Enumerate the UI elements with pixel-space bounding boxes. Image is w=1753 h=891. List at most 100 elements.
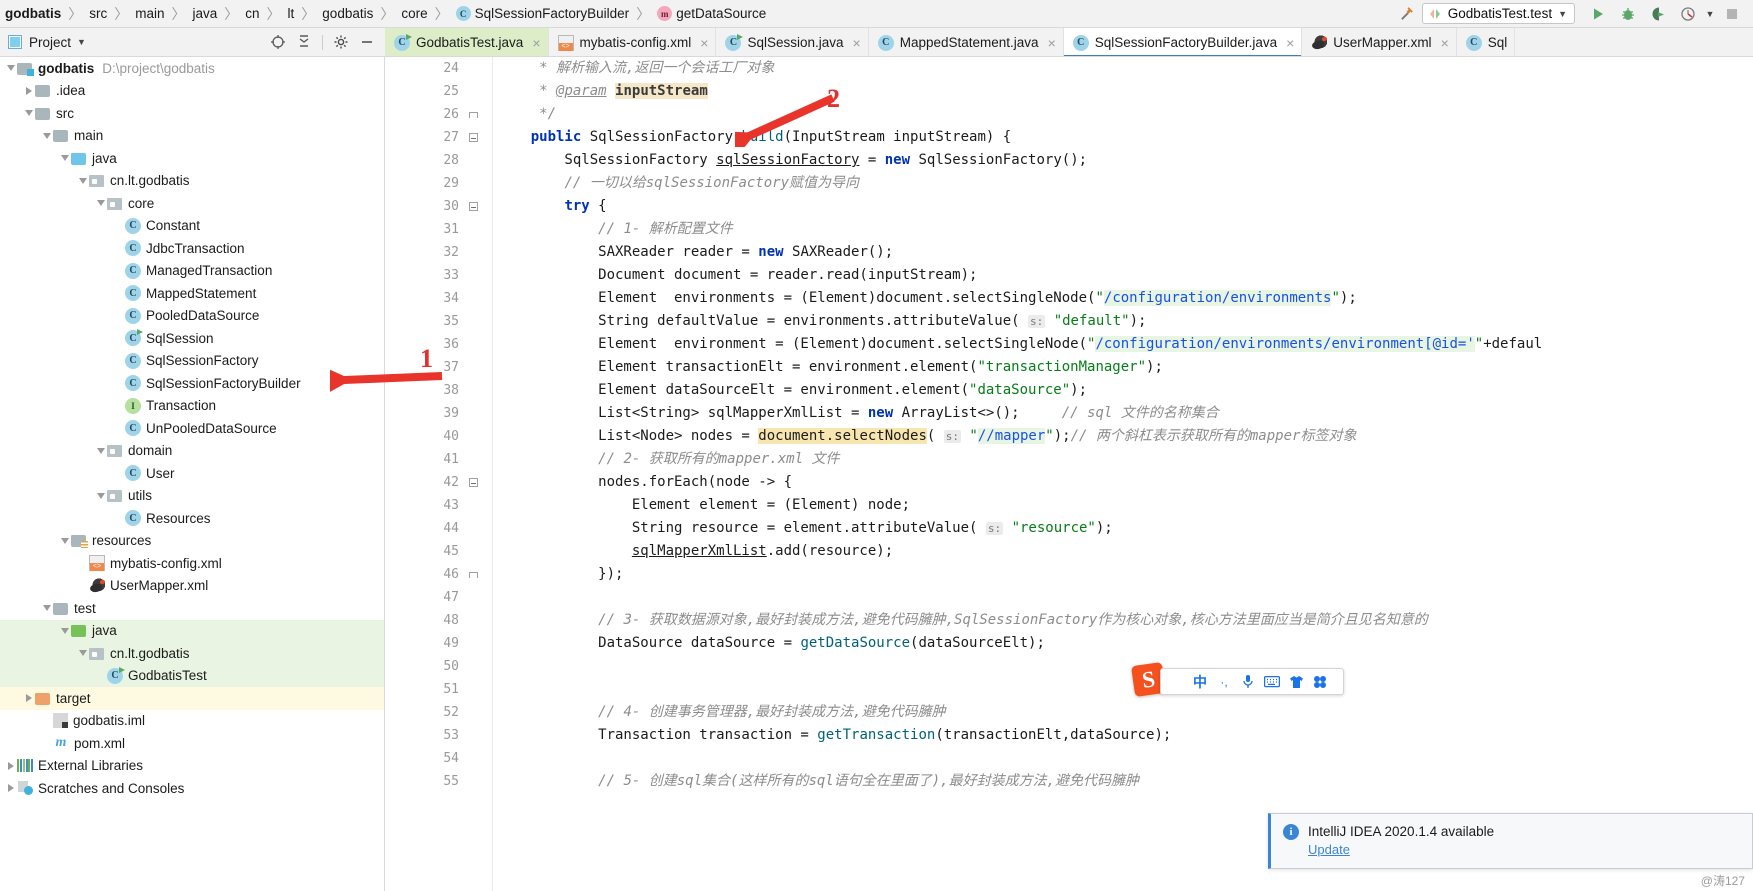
apps-icon[interactable]	[1309, 671, 1331, 693]
code-line[interactable]: nodes.forEach(node -> {	[497, 471, 1753, 494]
code-line[interactable]: Element environments = (Element)document…	[497, 287, 1753, 310]
line-number[interactable]: 40	[385, 425, 459, 448]
tree-node-user[interactable]: C User	[0, 462, 384, 485]
breadcrumb-item-main[interactable]: main	[132, 0, 167, 27]
line-number[interactable]: 33	[385, 264, 459, 287]
code-line[interactable]: try {	[497, 195, 1753, 218]
breadcrumb-item-core[interactable]: core	[398, 0, 430, 27]
code-fold-toggle[interactable]	[467, 103, 479, 126]
tree-node-constant[interactable]: C Constant	[0, 215, 384, 238]
editor-tab-usermapper-xml[interactable]: UserMapper.xml ×	[1302, 28, 1457, 56]
line-number[interactable]: 54	[385, 747, 459, 770]
code-line[interactable]: // 1- 解析配置文件	[497, 218, 1753, 241]
editor-tab-mappedstatement-java[interactable]: C MappedStatement.java ×	[869, 28, 1064, 56]
tree-node-sqlsessionfactorybuilder[interactable]: C SqlSessionFactoryBuilder	[0, 372, 384, 395]
skin-icon[interactable]	[1285, 671, 1307, 693]
run-icon[interactable]	[1583, 1, 1613, 27]
ime-toolbar[interactable]: 中 ·,	[1160, 668, 1344, 695]
code-line[interactable]: Element environment = (Element)document.…	[497, 333, 1753, 356]
tree-node-src[interactable]: src	[0, 102, 384, 125]
chevron-down-icon[interactable]	[94, 485, 107, 507]
tree-node-godbatis[interactable]: godbatis D:\project\godbatis	[0, 57, 384, 80]
ime-punctuation[interactable]: ·,	[1213, 671, 1235, 693]
run-configuration-selector[interactable]: GodbatisTest.test ▼	[1421, 3, 1575, 24]
line-number[interactable]: 26	[385, 103, 459, 126]
code-line[interactable]: String defaultValue = environments.attri…	[497, 310, 1753, 333]
line-number[interactable]: 39	[385, 402, 459, 425]
chevron-down-icon[interactable]	[40, 597, 53, 619]
line-number[interactable]: 49	[385, 632, 459, 655]
line-number[interactable]: 50	[385, 655, 459, 678]
breadcrumb-item-sqlsessionfactorybuilder[interactable]: C SqlSessionFactoryBuilder	[453, 0, 633, 27]
code-fold-toggle[interactable]	[467, 563, 479, 586]
line-number[interactable]: 28	[385, 149, 459, 172]
tree-node-unpooleddatasource[interactable]: C UnPooledDataSource	[0, 417, 384, 440]
line-number[interactable]: 24	[385, 57, 459, 80]
code-content[interactable]: * 解析输入流,返回一个会话工厂对象 * @param inputStream …	[497, 57, 1753, 793]
debug-icon[interactable]	[1613, 1, 1643, 27]
breadcrumb-item-cn[interactable]: cn	[242, 0, 262, 27]
code-line[interactable]: SqlSessionFactory sqlSessionFactory = ne…	[497, 149, 1753, 172]
line-number[interactable]: 53	[385, 724, 459, 747]
breadcrumb-item-godbatis[interactable]: godbatis	[319, 0, 376, 27]
code-line[interactable]: // 4- 创建事务管理器,最好封装成方法,避免代码臃肿	[497, 701, 1753, 724]
tree-node-godbatistest[interactable]: C GodbatisTest	[0, 664, 384, 687]
chevron-down-icon[interactable]	[58, 530, 71, 552]
tree-node-java[interactable]: java	[0, 147, 384, 170]
line-number[interactable]: 25	[385, 80, 459, 103]
line-number[interactable]: 32	[385, 241, 459, 264]
tree-node-utils[interactable]: utils	[0, 485, 384, 508]
code-line[interactable]: // 一切以给sqlSessionFactory赋值为导向	[497, 172, 1753, 195]
tree-node-sqlsessionfactory[interactable]: C SqlSessionFactory	[0, 350, 384, 373]
line-number[interactable]: 51	[385, 678, 459, 701]
tree-node--idea[interactable]: .idea	[0, 80, 384, 103]
code-line[interactable]: * 解析输入流,返回一个会话工厂对象	[497, 57, 1753, 80]
tree-node-pom-xml[interactable]: m pom.xml	[0, 732, 384, 755]
tree-node-jdbctransaction[interactable]: C JdbcTransaction	[0, 237, 384, 260]
close-icon[interactable]: ×	[529, 35, 540, 51]
line-number[interactable]: 55	[385, 770, 459, 793]
tree-node-core[interactable]: core	[0, 192, 384, 215]
chevron-down-icon[interactable]	[22, 102, 35, 124]
code-line[interactable]: String resource = element.attributeValue…	[497, 517, 1753, 540]
line-number[interactable]: 44	[385, 517, 459, 540]
code-line[interactable]: sqlMapperXmlList.add(resource);	[497, 540, 1753, 563]
tree-node-transaction[interactable]: I Transaction	[0, 395, 384, 418]
run-with-coverage-icon[interactable]	[1643, 1, 1673, 27]
code-line[interactable]: Element transactionElt = environment.ele…	[497, 356, 1753, 379]
close-icon[interactable]: ×	[697, 35, 708, 51]
code-line[interactable]: Element element = (Element) node;	[497, 494, 1753, 517]
code-line[interactable]: Element dataSourceElt = environment.elem…	[497, 379, 1753, 402]
chevron-down-icon[interactable]	[76, 170, 89, 192]
tree-node-target[interactable]: target	[0, 687, 384, 710]
line-number[interactable]: 52	[385, 701, 459, 724]
editor-tab-sqlsession-java[interactable]: C SqlSession.java ×	[716, 28, 869, 56]
tree-node-main[interactable]: main	[0, 125, 384, 148]
tree-node-pooleddatasource[interactable]: C PooledDataSource	[0, 305, 384, 328]
chevron-down-icon[interactable]: ▼	[77, 37, 86, 47]
line-number[interactable]: 34	[385, 287, 459, 310]
update-notification[interactable]: i IntelliJ IDEA 2020.1.4 available Updat…	[1268, 813, 1753, 869]
tree-node-godbatis-iml[interactable]: godbatis.iml	[0, 710, 384, 733]
tree-node-managedtransaction[interactable]: C ManagedTransaction	[0, 260, 384, 283]
tree-node-domain[interactable]: domain	[0, 440, 384, 463]
collapse-all-icon[interactable]	[292, 31, 316, 53]
code-editor[interactable]: 24 25 26 27 28 29 30 31 32 33 34 35 36 37 38 39 40 41 42 43…	[385, 57, 1753, 891]
code-line[interactable]	[497, 678, 1753, 701]
tree-node-java[interactable]: java	[0, 619, 384, 642]
line-number[interactable]: 41	[385, 448, 459, 471]
project-tree[interactable]: godbatis D:\project\godbatis .idea src main j…	[0, 57, 385, 891]
tree-node-cn-lt-godbatis[interactable]: cn.lt.godbatis	[0, 170, 384, 193]
chevron-down-icon[interactable]	[58, 147, 71, 169]
code-fold-toggle[interactable]	[467, 126, 479, 149]
line-number[interactable]: 27	[385, 126, 459, 149]
tree-node-usermapper-xml[interactable]: UserMapper.xml	[0, 575, 384, 598]
tree-node-scratches-and-consoles[interactable]: Scratches and Consoles	[0, 777, 384, 800]
breadcrumb-item-src[interactable]: src	[86, 0, 110, 27]
locate-icon[interactable]	[266, 31, 290, 53]
line-number[interactable]: 42	[385, 471, 459, 494]
code-line[interactable]: Document document = reader.read(inputStr…	[497, 264, 1753, 287]
chevron-right-icon[interactable]	[22, 80, 35, 102]
line-number[interactable]: 35	[385, 310, 459, 333]
line-number[interactable]: 45	[385, 540, 459, 563]
